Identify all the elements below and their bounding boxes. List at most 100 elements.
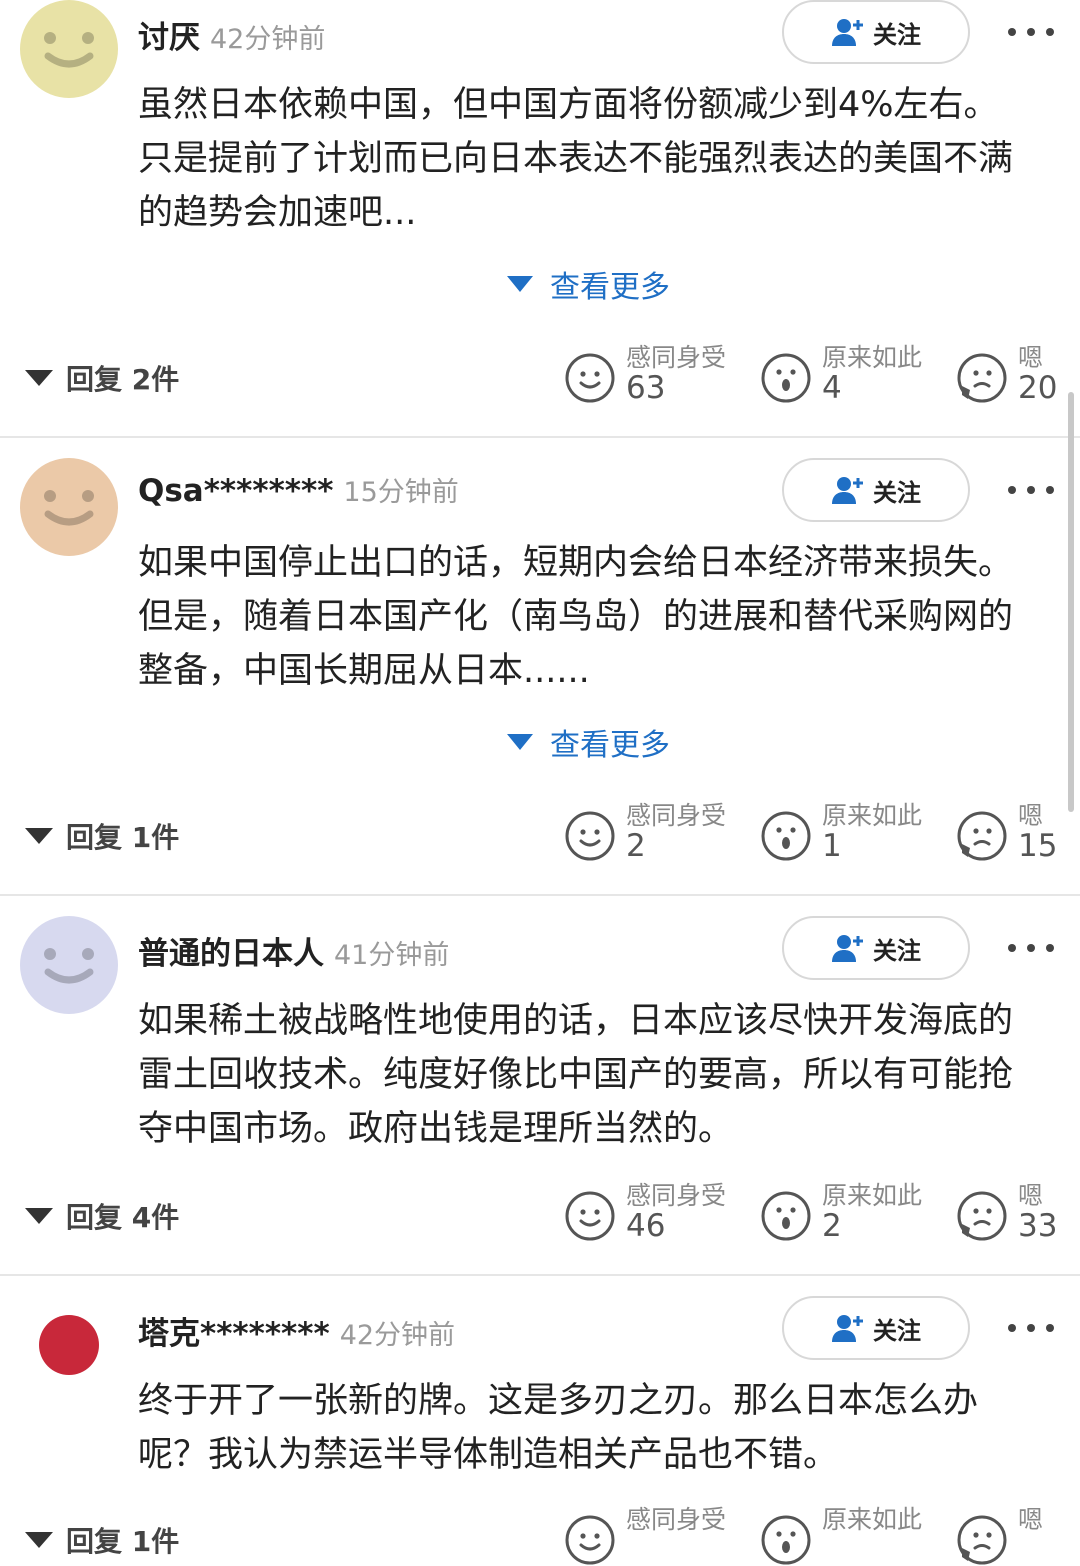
username[interactable]: 塔克******** (138, 1316, 330, 1352)
reaction-label: 嗯 (1018, 343, 1044, 372)
timestamp: 42分钟前 (339, 1320, 456, 1351)
follow-label: 关注 (873, 20, 921, 49)
comment-line: 虽然日本依赖中国，但中国方面将份额减少到4%左右。 (138, 85, 999, 125)
reaction-insight-icon (760, 810, 812, 862)
comment-text: 终于开了一张新的牌。这是多刃之刃。那么日本怎么办 呢？我认为禁运半导体制造相关产品… (138, 1374, 1063, 1482)
avatar[interactable] (20, 916, 118, 1014)
follow-button[interactable]: 关注 (782, 1296, 970, 1360)
follow-label: 关注 (873, 1316, 921, 1345)
timestamp: 42分钟前 (210, 24, 326, 55)
reply-count-label: 回复 1件 (66, 1525, 180, 1558)
more-options-icon[interactable] (1006, 480, 1056, 500)
avatar[interactable] (20, 1296, 118, 1394)
see-more-link[interactable]: 查看更多 (506, 720, 670, 764)
username[interactable]: 普通的日本人 (138, 936, 324, 972)
comment-line: 只是提前了计划而已向日本表达不能强烈表达的美国不满 (138, 139, 1014, 179)
follow-button[interactable]: 关注 (782, 458, 970, 522)
reaction-label: 感同身受 (626, 1505, 727, 1534)
caret-down-icon (506, 274, 550, 294)
reaction-hmm-icon (956, 1514, 1008, 1566)
username[interactable]: Qsa******** (138, 473, 333, 509)
reaction-insight-icon (760, 1514, 812, 1566)
comment-line: 整备，中国长期屈从日本...... (138, 651, 590, 691)
avatar[interactable] (20, 0, 118, 98)
reaction-count: 20 (1018, 370, 1058, 406)
caret-down-icon (24, 368, 66, 388)
comment-line: 但是，随着日本国产化（南鸟岛）的进展和替代采购网的 (138, 597, 1014, 637)
more-options-icon[interactable] (1006, 1318, 1056, 1338)
reaction-label: 原来如此 (822, 801, 923, 830)
avatar[interactable] (20, 458, 118, 556)
reaction-label: 嗯 (1018, 801, 1044, 830)
reaction-label: 嗯 (1018, 1181, 1044, 1210)
follow-icon (831, 1313, 873, 1343)
see-more-label: 查看更多 (550, 270, 670, 305)
reaction-label: 感同身受 (626, 1181, 727, 1210)
comment-line: 呢？我认为禁运半导体制造相关产品也不错。 (138, 1435, 839, 1475)
follow-icon (831, 933, 873, 963)
reaction-count: 63 (626, 370, 666, 406)
reaction-empathy-icon (564, 352, 616, 404)
reaction-empathy-icon (564, 810, 616, 862)
reaction-label: 感同身受 (626, 343, 727, 372)
reaction-count: 15 (1018, 828, 1058, 864)
follow-icon (831, 475, 873, 505)
comment-line: 夺中国市场。政府出钱是理所当然的。 (138, 1109, 734, 1149)
comment-line: 的趋势会加速吧... (138, 193, 417, 233)
reply-count-label: 回复 2件 (66, 363, 180, 396)
replies-toggle[interactable]: 回复 4件 (24, 1196, 179, 1236)
comment-text: 如果中国停止出口的话，短期内会给日本经济带来损失。 但是，随着日本国产化（南鸟岛）… (138, 536, 1063, 698)
username-row: Qsa******** 15分钟前 (138, 470, 459, 509)
replies-toggle[interactable]: 回复 1件 (24, 1520, 179, 1560)
comment-line: 如果稀土被战略性地使用的话，日本应该尽快开发海底的 (138, 1001, 1014, 1041)
caret-down-icon (24, 1206, 66, 1226)
comment-line: 如果中国停止出口的话，短期内会给日本经济带来损失。 (138, 543, 1014, 583)
username[interactable]: 讨厌 (138, 20, 200, 56)
more-options-icon[interactable] (1006, 938, 1056, 958)
reaction-count: 46 (626, 1208, 666, 1244)
see-more-link[interactable]: 查看更多 (506, 262, 670, 306)
follow-button[interactable]: 关注 (782, 916, 970, 980)
comment-line: 终于开了一张新的牌。这是多刃之刃。那么日本怎么办 (138, 1381, 979, 1421)
reaction-count: 2 (626, 828, 646, 864)
reaction-count: 2 (822, 1208, 842, 1244)
reaction-label: 原来如此 (822, 1181, 923, 1210)
follow-label: 关注 (873, 936, 921, 965)
reaction-insight-icon (760, 1190, 812, 1242)
more-options-icon[interactable] (1006, 22, 1056, 42)
divider (0, 436, 1080, 438)
reaction-empathy-icon (564, 1190, 616, 1242)
reaction-hmm-icon (956, 1190, 1008, 1242)
reaction-count: 4 (822, 370, 842, 406)
replies-toggle[interactable]: 回复 2件 (24, 358, 179, 398)
username-row: 讨厌 42分钟前 (138, 12, 325, 57)
reply-count-label: 回复 1件 (66, 821, 180, 854)
reaction-hmm-icon (956, 810, 1008, 862)
caret-down-icon (506, 732, 550, 752)
divider (0, 1274, 1080, 1276)
reaction-count: 1 (822, 828, 842, 864)
username-row: 塔克******** 42分钟前 (138, 1308, 455, 1353)
reaction-hmm-icon (956, 352, 1008, 404)
reaction-label: 嗯 (1018, 1505, 1044, 1534)
replies-toggle[interactable]: 回复 1件 (24, 816, 179, 856)
timestamp: 15分钟前 (343, 477, 459, 508)
reaction-label: 原来如此 (822, 343, 923, 372)
reaction-label: 原来如此 (822, 1505, 923, 1534)
comment-text: 如果稀土被战略性地使用的话，日本应该尽快开发海底的 雷土回收技术。纯度好像比中国产… (138, 994, 1063, 1156)
caret-down-icon (24, 1530, 66, 1550)
follow-icon (831, 17, 873, 47)
reaction-count: 33 (1018, 1208, 1058, 1244)
follow-label: 关注 (873, 478, 921, 507)
follow-button[interactable]: 关注 (782, 0, 970, 64)
comment-line: 雷土回收技术。纯度好像比中国产的要高，所以有可能抢 (138, 1055, 1014, 1095)
reply-count-label: 回复 4件 (66, 1201, 180, 1234)
reaction-empathy-icon (564, 1514, 616, 1566)
timestamp: 41分钟前 (334, 940, 450, 971)
see-more-label: 查看更多 (550, 728, 670, 763)
divider (0, 894, 1080, 896)
reaction-label: 感同身受 (626, 801, 727, 830)
scrollbar[interactable] (1068, 392, 1074, 812)
caret-down-icon (24, 826, 66, 846)
reaction-insight-icon (760, 352, 812, 404)
